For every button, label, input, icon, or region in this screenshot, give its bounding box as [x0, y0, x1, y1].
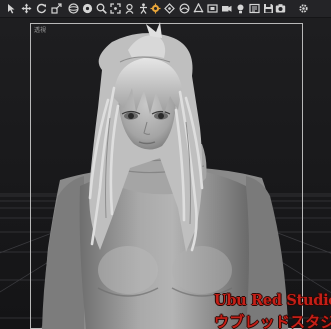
daz-studio-window: 透視 Ubu Red Studio ウブレッドスタジ [0, 0, 331, 329]
figure-model[interactable] [0, 18, 331, 329]
pan-icon[interactable] [82, 3, 93, 14]
settings-icon[interactable] [298, 3, 309, 14]
orbit-icon[interactable] [68, 3, 79, 14]
select-icon[interactable] [6, 3, 17, 14]
watermark-title: Ubu Red Studio [214, 292, 331, 309]
scale-icon[interactable] [51, 3, 62, 14]
save-icon[interactable] [263, 3, 274, 14]
render-icon[interactable] [275, 3, 286, 14]
region-icon[interactable] [164, 3, 175, 14]
watermark: Ubu Red Studio ウブレッドスタジオ [214, 292, 331, 329]
render-settings-icon[interactable] [249, 3, 260, 14]
light-icon[interactable] [235, 3, 246, 14]
node-select-icon[interactable] [124, 3, 135, 14]
rotate-icon[interactable] [36, 3, 47, 14]
active-pose-icon[interactable] [138, 3, 149, 14]
watermark-subtitle: ウブレッドスタジオ [214, 313, 331, 329]
surface-icon[interactable] [179, 3, 190, 14]
frame-icon[interactable] [110, 3, 121, 14]
camera-icon[interactable] [221, 3, 232, 14]
spot-render-icon[interactable] [207, 3, 218, 14]
geometry-editor-icon[interactable] [193, 3, 204, 14]
3d-viewport[interactable]: 透視 Ubu Red Studio ウブレッドスタジ [0, 18, 331, 329]
viewport-toolbar [0, 0, 331, 18]
zoom-icon[interactable] [96, 3, 107, 14]
joint-editor-icon[interactable] [150, 3, 161, 14]
translate-icon[interactable] [21, 3, 32, 14]
